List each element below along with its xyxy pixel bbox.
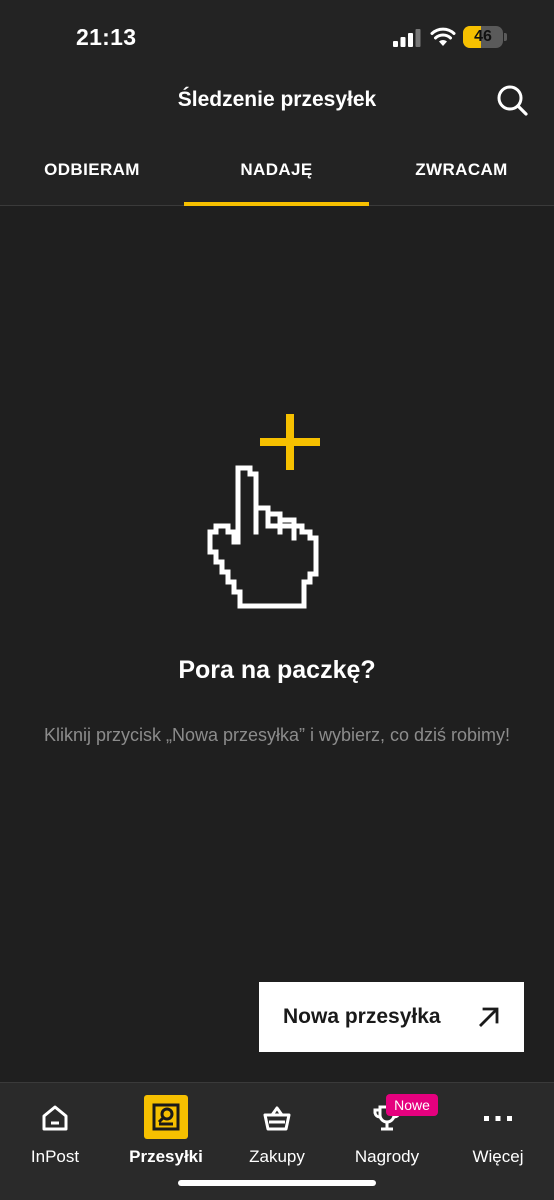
nav-label-inpost: InPost <box>30 1147 80 1166</box>
nav-label-zakupy: Zakupy <box>249 1147 305 1166</box>
nav-label-przesylki: Przesyłki <box>129 1147 203 1166</box>
search-icon[interactable] <box>494 82 530 118</box>
tab-zwracam[interactable]: ZWRACAM <box>369 134 554 206</box>
arrow-up-right-icon <box>479 1007 499 1027</box>
pointing-hand-icon <box>207 414 320 609</box>
nav-label-wiecej: Więcej <box>472 1147 524 1166</box>
tab-odbieram[interactable]: ODBIERAM <box>0 134 184 206</box>
page-title: Śledzenie przesyłek <box>177 88 377 111</box>
tab-nadaje[interactable]: NADAJĘ <box>184 134 369 206</box>
battery-percent: 46 <box>474 28 492 45</box>
nav-label-nagrody: Nagrody <box>354 1147 420 1166</box>
tab-bar: ODBIERAM NADAJĘ ZWRACAM <box>0 134 554 206</box>
basket-icon <box>256 1097 298 1139</box>
nav-item-zakupy[interactable]: Zakupy <box>222 1083 332 1183</box>
status-bar: 21:13 46 <box>0 0 554 70</box>
empty-state-description: Kliknij przycisk „Nowa przesyłka” i wybi… <box>43 725 511 745</box>
new-badge: Nowe <box>386 1094 438 1116</box>
app-header: Śledzenie przesyłek <box>0 70 554 134</box>
nav-item-inpost[interactable]: InPost <box>0 1083 110 1183</box>
nav-item-przesylki[interactable]: Przesyłki <box>111 1083 221 1183</box>
active-tab-indicator <box>184 202 369 206</box>
new-shipment-label: Nowa przesyłka <box>283 1005 441 1028</box>
cellular-signal-icon <box>393 29 421 47</box>
wifi-icon <box>430 27 456 46</box>
home-icon <box>34 1097 76 1139</box>
status-time: 21:13 <box>76 24 137 50</box>
parcel-search-icon <box>144 1095 188 1139</box>
nav-item-wiecej[interactable]: Więcej <box>443 1083 553 1183</box>
home-indicator <box>178 1180 376 1186</box>
more-icon <box>477 1097 519 1139</box>
empty-state-title: Pora na paczkę? <box>178 656 376 684</box>
new-shipment-button[interactable]: Nowa przesyłka <box>259 982 524 1052</box>
battery-icon: 46 <box>463 26 507 48</box>
